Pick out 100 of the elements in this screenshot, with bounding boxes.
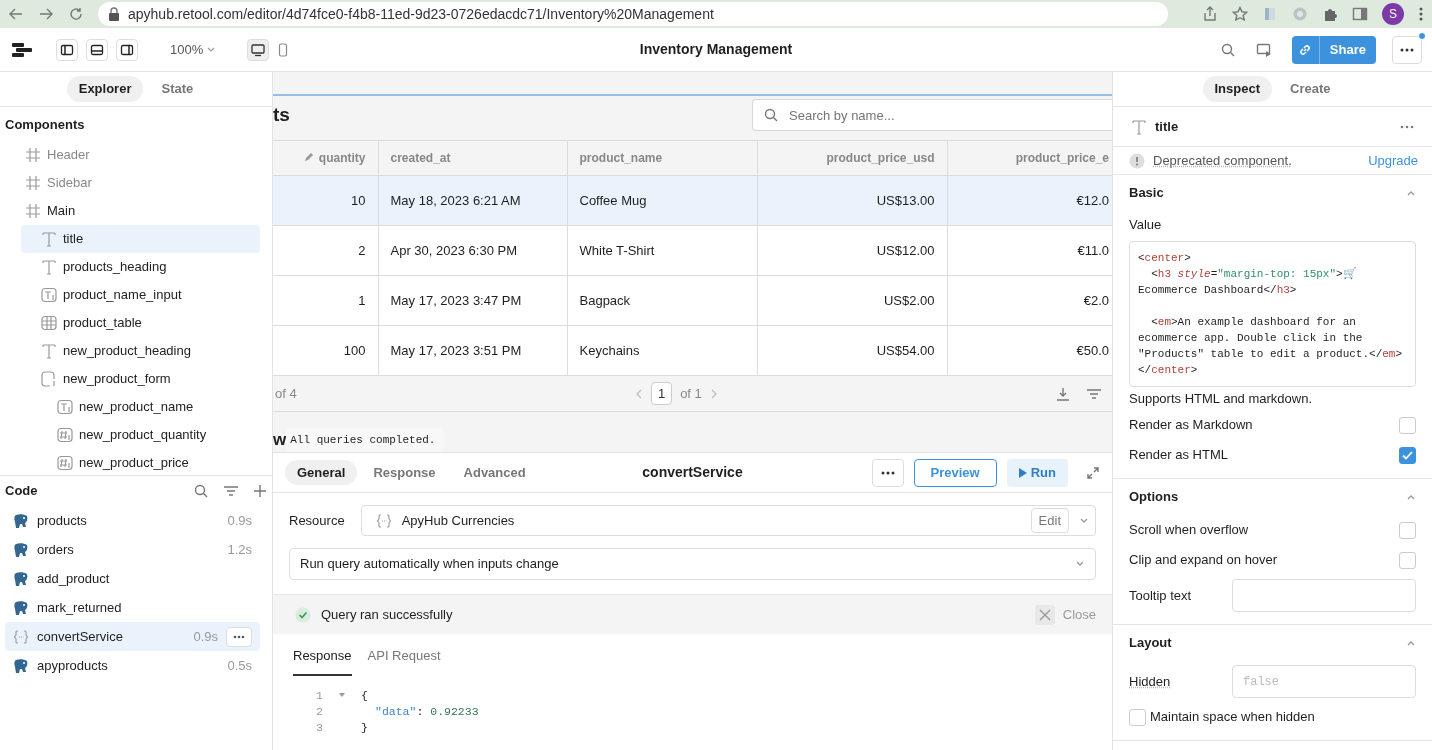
tab[interactable]: Inspect xyxy=(1202,76,1272,102)
logo-icon[interactable] xyxy=(10,40,34,59)
table-cell: 100 xyxy=(273,325,378,376)
number-input-icon xyxy=(57,426,73,443)
tree-item[interactable]: Sidebar xyxy=(5,168,260,197)
code-line: "data": 0.92233 xyxy=(374,703,479,720)
success-icon xyxy=(295,606,311,623)
tree-item[interactable]: new_product_name xyxy=(37,392,260,421)
run-time: 1.2s xyxy=(227,540,252,559)
tree-item[interactable]: product_table xyxy=(21,308,260,337)
back-icon[interactable] xyxy=(8,6,24,22)
filter-icon[interactable] xyxy=(1086,386,1102,401)
checkbox[interactable] xyxy=(1129,708,1146,726)
tree-item[interactable]: new_product_heading xyxy=(21,336,260,365)
resource-select[interactable]: ApyHub Currencies Edit xyxy=(360,505,1096,536)
share-icon[interactable] xyxy=(1202,6,1218,22)
layout-toggle[interactable] xyxy=(116,38,138,61)
query-item[interactable]: orders 1.2s xyxy=(5,535,260,564)
deprecation-notice: Deprecated component. xyxy=(1153,151,1293,170)
query-item[interactable]: mark_returned xyxy=(5,593,260,622)
filter-icon[interactable] xyxy=(223,483,239,499)
tree-item[interactable]: new_product_quantity xyxy=(37,420,260,449)
tab[interactable]: Response xyxy=(361,459,448,486)
url-field[interactable]: apyhub.retool.com/editor/4d74fce0-f4b8-11ed-9d23-0726edacdc71/Inventory%20Management xyxy=(98,2,1168,26)
more-icon xyxy=(880,471,895,476)
checkbox[interactable] xyxy=(1399,521,1416,539)
query-item[interactable]: add_product xyxy=(5,564,260,593)
page-total: of 1 xyxy=(680,384,702,403)
mobile-icon[interactable] xyxy=(277,42,290,57)
elephant-icon xyxy=(13,512,29,529)
play-icon xyxy=(1018,467,1027,478)
input-field[interactable]: false xyxy=(1232,665,1416,698)
checkbox[interactable] xyxy=(1399,446,1416,464)
section-heading: Basic xyxy=(1129,184,1164,203)
elephant-icon xyxy=(13,657,29,674)
table-cell: US$54.00 xyxy=(757,325,947,376)
line-number: 1 xyxy=(315,687,323,704)
trigger-select[interactable]: Run query automatically when inputs change xyxy=(289,548,1096,580)
text-icon xyxy=(41,342,57,359)
profile-avatar[interactable]: S xyxy=(1382,3,1404,25)
checkmark-icon xyxy=(1402,450,1413,460)
checkbox[interactable] xyxy=(1399,551,1416,569)
forward-icon[interactable] xyxy=(38,6,54,22)
checkbox-label: Render as HTML xyxy=(1129,446,1228,465)
expand-icon[interactable] xyxy=(1086,465,1100,480)
preview-icon[interactable] xyxy=(1255,41,1272,58)
download-icon[interactable] xyxy=(1056,386,1070,401)
code-line: "Products" table to edit a product.</em> xyxy=(1138,346,1404,362)
sidebar-icon[interactable] xyxy=(1352,6,1368,22)
extension-icon[interactable] xyxy=(1262,6,1278,22)
link-button[interactable] xyxy=(1291,35,1320,64)
component-name: title xyxy=(1155,117,1180,136)
more-icon[interactable] xyxy=(1400,124,1414,129)
tab[interactable]: Explorer xyxy=(66,76,144,102)
tab[interactable]: State xyxy=(149,76,206,102)
add-icon[interactable] xyxy=(253,484,267,498)
chevron-right-icon[interactable] xyxy=(709,388,718,399)
tree-item[interactable]: title xyxy=(21,224,260,253)
tab[interactable]: Advanced xyxy=(451,459,538,486)
star-icon[interactable] xyxy=(1232,6,1248,22)
table-cell: US$12.00 xyxy=(757,225,947,276)
more-button[interactable] xyxy=(226,626,252,647)
run-time: 0.9s xyxy=(227,511,252,530)
query-item[interactable]: products 0.9s xyxy=(5,506,260,535)
fold-caret-icon[interactable] xyxy=(339,693,345,698)
more-icon xyxy=(233,634,245,639)
puzzle-icon[interactable] xyxy=(1322,6,1338,22)
tree-item[interactable]: products_heading xyxy=(21,252,260,281)
text-input-icon xyxy=(57,398,73,415)
search-field[interactable]: Search by name... xyxy=(752,99,1112,131)
search-input[interactable]: Search by name... xyxy=(787,100,1102,130)
code-editor[interactable]: <center> <h3 style="margin-top: 15px">🛒 Ecommerce Dashboard</h3> <em>An example dashboard for an ecommerce app. Double click in the "Products" table to edit a product.</em> </center> xyxy=(1129,240,1416,387)
table-cell: Bagpack xyxy=(567,275,757,326)
page-field[interactable]: 1 xyxy=(650,381,673,406)
tree-item[interactable]: Header xyxy=(5,140,260,169)
chevron-left-icon[interactable] xyxy=(634,388,643,399)
input-field[interactable] xyxy=(1232,579,1416,612)
layout-toggle[interactable] xyxy=(56,38,78,61)
tree-item[interactable]: product_name_input xyxy=(21,280,260,309)
search-icon[interactable] xyxy=(193,483,209,499)
tree-item[interactable]: new_product_price xyxy=(37,448,260,475)
run-button[interactable]: Run xyxy=(1006,458,1068,487)
query-item[interactable]: apyproducts 0.5s xyxy=(5,651,260,680)
kebab-menu-icon[interactable] xyxy=(1418,6,1424,22)
help-text: Supports HTML and markdown. xyxy=(1129,389,1314,408)
tab[interactable]: General xyxy=(285,459,358,486)
search-icon[interactable] xyxy=(1219,41,1236,58)
zoom-select[interactable]: 100% xyxy=(164,38,222,61)
device-button[interactable] xyxy=(247,38,270,61)
tree-item[interactable]: Main xyxy=(5,196,260,225)
layout-toggle[interactable] xyxy=(86,38,108,61)
reload-icon[interactable] xyxy=(68,6,84,22)
tab[interactable]: API Request xyxy=(367,642,441,676)
edit-button[interactable]: Edit xyxy=(1030,507,1069,534)
tree-item[interactable]: new_product_form xyxy=(21,364,260,393)
query-item[interactable]: convertService 0.9s xyxy=(5,622,260,651)
tab[interactable]: Response xyxy=(293,642,352,676)
row-count: of 4 xyxy=(275,384,297,403)
tab[interactable]: Create xyxy=(1278,76,1343,102)
checkbox[interactable] xyxy=(1399,416,1416,434)
